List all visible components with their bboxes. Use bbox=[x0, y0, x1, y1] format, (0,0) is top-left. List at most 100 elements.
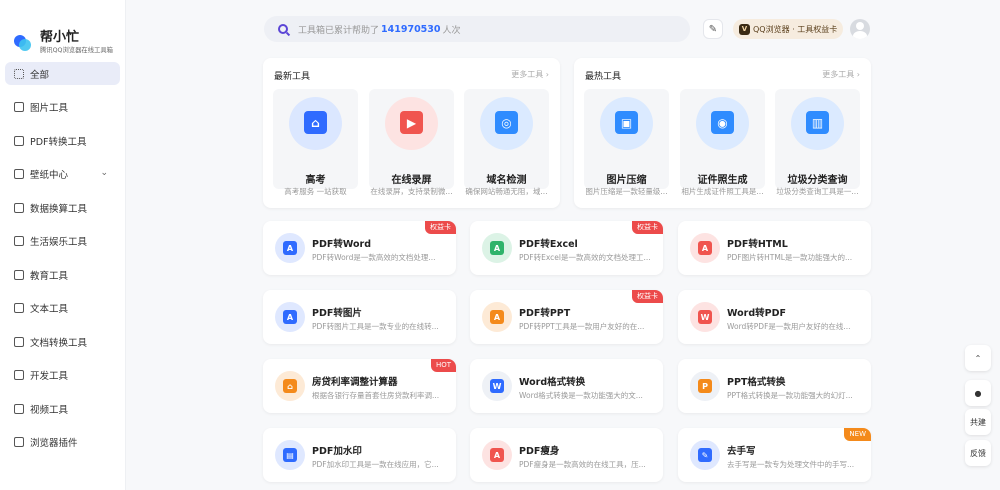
tool-card[interactable]: A PDF转HTML PDF图片转HTML是一款功能强大的... bbox=[678, 221, 871, 275]
vip-card-button[interactable]: V QQ浏览器 · 工具权益卡 bbox=[733, 19, 843, 39]
feedback-button[interactable]: 反馈 bbox=[965, 440, 991, 466]
tool-glyph-icon: A bbox=[490, 241, 504, 255]
latest-tile[interactable]: ◎ 域名检测 确保网站畅通无阻，域... bbox=[464, 89, 549, 196]
tile-name: 域名检测 bbox=[486, 175, 527, 186]
tool-card[interactable]: ✎ 去手写 去手写是一款专为处理文件中的手写... NEW bbox=[678, 428, 871, 482]
vip-label: QQ浏览器 · 工具权益卡 bbox=[753, 24, 838, 34]
sidebar-item-0[interactable]: 全部 bbox=[5, 62, 120, 85]
sidebar-item-label: 数据换算工具 bbox=[30, 203, 88, 215]
sidebar-item-6[interactable]: 教育工具 bbox=[5, 263, 120, 286]
image-icon bbox=[14, 102, 24, 112]
tool-icon: W bbox=[690, 302, 720, 332]
tool-desc: PDF转Excel是一款高效的文档处理工... bbox=[519, 253, 651, 262]
tool-badge: 权益卡 bbox=[425, 221, 456, 234]
plugin-icon bbox=[14, 437, 24, 447]
search-bar[interactable]: 工具箱已累计帮助了 141970530 人次 bbox=[264, 16, 690, 42]
tool-glyph-icon: P bbox=[698, 379, 712, 393]
tile-name: 在线录屏 bbox=[391, 175, 432, 186]
tool-icon: ▤ bbox=[275, 440, 305, 470]
tool-card[interactable]: A PDF转Excel PDF转Excel是一款高效的文档处理工... 权益卡 bbox=[470, 221, 663, 275]
sidebar-item-7[interactable]: 文本工具 bbox=[5, 297, 120, 320]
latest-title: 最新工具 bbox=[274, 72, 311, 82]
avatar[interactable] bbox=[850, 19, 870, 39]
sidebar-item-11[interactable]: 浏览器插件 bbox=[5, 431, 120, 454]
tile-desc: 垃圾分类查询工具是一... bbox=[776, 187, 859, 196]
hot-tile[interactable]: ▣ 图片压缩 图片压缩是一款轻量级... bbox=[584, 89, 669, 196]
hot-more-link[interactable]: 更多工具 › bbox=[822, 69, 860, 80]
tile-name: 高考 bbox=[305, 175, 326, 186]
sidebar-item-label: 文档转换工具 bbox=[30, 337, 88, 349]
sidebar-item-9[interactable]: 开发工具 bbox=[5, 364, 120, 387]
tool-card[interactable]: P PPT格式转换 PPT格式转换是一款功能强大的幻灯... bbox=[678, 359, 871, 413]
tile-icon: ▶ bbox=[400, 111, 423, 134]
tool-glyph-icon: A bbox=[283, 310, 297, 324]
tool-title: 房贷利率调整计算器 bbox=[312, 377, 398, 388]
tile-desc: 确保网站畅通无阻，域... bbox=[465, 187, 548, 196]
sidebar-item-label: 壁纸中心 bbox=[30, 170, 69, 181]
tool-card[interactable]: W Word转PDF Word转PDF是一款用户友好的在线... bbox=[678, 290, 871, 344]
tool-glyph-icon: A bbox=[490, 310, 504, 324]
tool-icon: P bbox=[690, 371, 720, 401]
sidebar-item-4[interactable]: 数据换算工具 bbox=[5, 196, 120, 219]
back-to-top-button[interactable]: ⌃ bbox=[965, 345, 991, 371]
tool-badge: 权益卡 bbox=[632, 221, 663, 234]
latest-tile[interactable]: ▶ 在线录屏 在线录屏，支持录制微... bbox=[369, 89, 454, 196]
chevron-down-icon[interactable]: ⌄ bbox=[100, 168, 108, 178]
tool-glyph-icon: ▤ bbox=[283, 448, 297, 462]
tile-icon: ▣ bbox=[615, 111, 638, 134]
tool-card[interactable]: ⌂ 房贷利率调整计算器 根据各银行存量首套住房贷款利率调... HOT bbox=[263, 359, 456, 413]
tool-card[interactable]: A PDF瘦身 PDF瘦身是一款高效的在线工具，压... bbox=[470, 428, 663, 482]
sidebar-item-8[interactable]: 文档转换工具 bbox=[5, 330, 120, 353]
tool-icon: A bbox=[482, 302, 512, 332]
brand[interactable]: 帮小忙 腾讯QQ浏览器在线工具箱 bbox=[0, 0, 125, 62]
tool-card[interactable]: A PDF转图片 PDF转图片工具是一款专业的在线转... bbox=[263, 290, 456, 344]
co-build-button[interactable]: 共建 bbox=[965, 409, 991, 435]
edu-icon bbox=[14, 269, 24, 280]
tool-card[interactable]: A PDF转PPT PDF转PPT工具是一款用户友好的在... 权益卡 bbox=[470, 290, 663, 344]
sidebar-item-3[interactable]: 壁纸中心 ⌄ bbox=[5, 163, 120, 186]
tool-icon: W bbox=[482, 371, 512, 401]
hot-tile[interactable]: ▥ 垃圾分类查询 垃圾分类查询工具是一... bbox=[775, 89, 860, 196]
hot-tools-panel: 最热工具 更多工具 › ▣ 图片压缩 图片压缩是一款轻量级... ◉ 证件照生成 相片生成… bbox=[574, 58, 871, 208]
sidebar: 帮小忙 腾讯QQ浏览器在线工具箱 全部图片工具 PDF转换工具 壁纸中心 ⌄ 数据换算工… bbox=[0, 0, 126, 490]
sidebar-item-label: 文本工具 bbox=[30, 304, 69, 315]
tile-name: 证件照生成 bbox=[697, 175, 748, 186]
edit-icon[interactable]: ✎ bbox=[703, 19, 723, 39]
vip-badge: V bbox=[739, 23, 750, 35]
tool-glyph-icon: A bbox=[490, 448, 504, 462]
sidebar-item-label: 图片工具 bbox=[30, 103, 69, 114]
tool-card[interactable]: A PDF转Word PDF转Word是一款高效的文档处理... 权益卡 bbox=[263, 221, 456, 275]
tile-desc: 相片生成证件照工具是... bbox=[681, 187, 764, 196]
tool-card[interactable]: ▤ PDF加水印 PDF加水印工具是一款在线应用，它... bbox=[263, 428, 456, 482]
search-count: 141970530 bbox=[381, 23, 441, 35]
tool-icon: A bbox=[275, 233, 305, 263]
tool-icon: A bbox=[275, 302, 305, 332]
pdf-icon bbox=[14, 135, 24, 146]
tool-title: PDF转Excel bbox=[519, 239, 578, 250]
tool-badge: HOT bbox=[430, 359, 456, 372]
tool-card[interactable]: W Word格式转换 Word格式转换是一款功能强大的文... bbox=[470, 359, 663, 413]
tool-title: Word转PDF bbox=[727, 308, 786, 319]
tool-title: 去手写 bbox=[727, 446, 756, 457]
latest-more-link[interactable]: 更多工具 › bbox=[511, 69, 549, 80]
text-icon bbox=[14, 303, 24, 313]
tool-glyph-icon: ✎ bbox=[698, 448, 712, 462]
tool-desc: PDF加水印工具是一款在线应用，它... bbox=[312, 460, 439, 469]
tool-title: PDF瘦身 bbox=[519, 446, 560, 457]
latest-tile[interactable]: ⌂ 高考 高考服务 一站获取 bbox=[273, 89, 358, 196]
sidebar-item-5[interactable]: 生活娱乐工具 bbox=[5, 230, 120, 253]
doc-icon bbox=[14, 336, 24, 347]
tool-glyph-icon: W bbox=[490, 379, 504, 393]
tool-desc: PDF图片转HTML是一款功能强大的... bbox=[727, 253, 853, 262]
sidebar-item-1[interactable]: 图片工具 bbox=[5, 96, 120, 119]
sidebar-item-2[interactable]: PDF转换工具 bbox=[5, 129, 120, 152]
sidebar-item-label: PDF转换工具 bbox=[30, 136, 87, 148]
tool-glyph-icon: ⌂ bbox=[283, 379, 297, 393]
sidebar-item-label: 生活娱乐工具 bbox=[30, 237, 88, 248]
qq-button[interactable]: ● bbox=[965, 380, 991, 406]
hot-tile[interactable]: ◉ 证件照生成 相片生成证件照工具是... bbox=[680, 89, 765, 196]
sidebar-item-label: 视频工具 bbox=[30, 404, 69, 416]
tool-desc: Word格式转换是一款功能强大的文... bbox=[519, 391, 643, 400]
sidebar-item-10[interactable]: 视频工具 bbox=[5, 397, 120, 420]
tool-desc: PDF转PPT工具是一款用户友好的在... bbox=[519, 322, 645, 331]
